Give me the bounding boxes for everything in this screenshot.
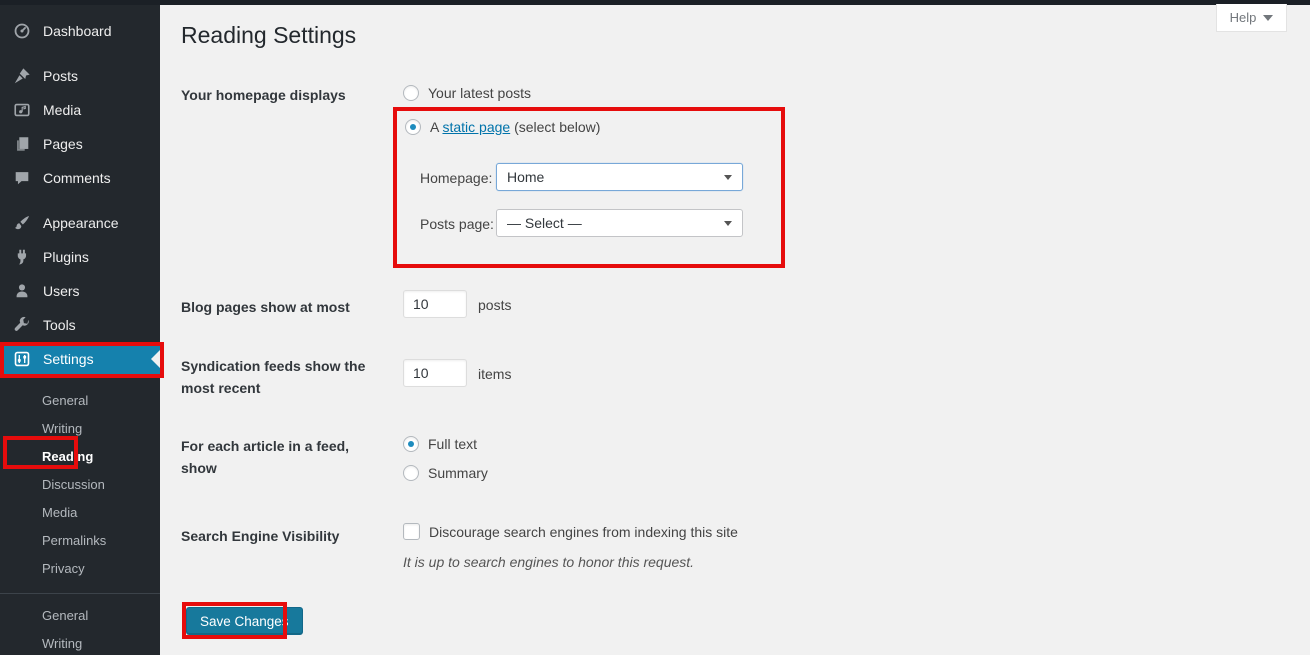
sidebar-item-label: Pages [43, 136, 83, 152]
pages-icon [13, 135, 31, 153]
submenu-item-privacy[interactable]: Privacy [0, 554, 160, 582]
posts-page-select[interactable]: — Select — [496, 209, 743, 237]
help-label: Help [1230, 10, 1257, 25]
static-page-radio-row: A static page (select below) [405, 119, 600, 135]
sidebar-item-settings[interactable]: Settings [0, 342, 160, 376]
submenu-label: Media [42, 505, 77, 520]
submenu-item-writing[interactable]: Writing [0, 414, 160, 442]
discourage-indexing-label: Discourage search engines from indexing … [429, 524, 738, 540]
select-caret-icon [724, 221, 732, 226]
sidebar-item-tools[interactable]: Tools [0, 308, 160, 342]
full-text-radio[interactable] [403, 436, 419, 452]
blog-pages-label: Blog pages show at most [181, 296, 376, 318]
sidebar-item-label: Media [43, 102, 81, 118]
sidebar-item-posts[interactable]: Posts [0, 59, 160, 93]
search-visibility-note: It is up to search engines to honor this… [403, 554, 694, 570]
dashboard-gauge-icon [13, 22, 31, 40]
wrench-icon [13, 316, 31, 334]
sidebar-item-users[interactable]: Users [0, 274, 160, 308]
help-dropdown-button[interactable]: Help [1216, 4, 1287, 32]
sidebar-item-plugins[interactable]: Plugins [0, 240, 160, 274]
submenu-label: Permalinks [42, 533, 106, 548]
homepage-displays-label: Your homepage displays [181, 84, 376, 106]
feed-article-label: For each article in a feed, show [181, 435, 376, 480]
sidebar-item-label: Comments [43, 170, 111, 186]
posts-page-select-label: Posts page: [420, 216, 494, 232]
sidebar-item-label: Dashboard [43, 23, 112, 39]
admin-topbar [0, 0, 1310, 5]
submenu-item-general-2[interactable]: General [0, 601, 160, 629]
latest-posts-radio[interactable] [403, 85, 419, 101]
static-page-label: A static page (select below) [430, 119, 600, 135]
sidebar-item-label: Posts [43, 68, 78, 84]
discourage-indexing-row: Discourage search engines from indexing … [403, 523, 738, 540]
static-suffix: (select below) [510, 119, 600, 135]
sidebar-item-label: Appearance [43, 215, 119, 231]
sidebar-item-dashboard[interactable]: Dashboard [0, 14, 160, 48]
submenu-label: General [42, 608, 88, 623]
homepage-select-value: Home [507, 169, 544, 185]
paintbrush-icon [13, 214, 31, 232]
static-prefix: A [430, 119, 442, 135]
syndication-input[interactable] [403, 359, 467, 387]
sidebar-item-label: Tools [43, 317, 76, 333]
posts-page-select-value: — Select — [507, 215, 582, 231]
blog-pages-unit: posts [478, 297, 511, 313]
settings-sliders-icon [13, 350, 31, 368]
homepage-select-label: Homepage: [420, 170, 492, 186]
submenu-item-discussion[interactable]: Discussion [0, 470, 160, 498]
summary-radio-row: Summary [403, 465, 488, 481]
full-text-radio-row: Full text [403, 436, 477, 452]
discourage-indexing-checkbox[interactable] [403, 523, 420, 540]
summary-radio[interactable] [403, 465, 419, 481]
homepage-select[interactable]: Home [496, 163, 743, 191]
sidebar-item-label: Settings [43, 351, 94, 367]
submenu-label: Writing [42, 636, 82, 651]
comment-bubble-icon [13, 169, 31, 187]
sidebar-item-media[interactable]: Media [0, 93, 160, 127]
user-icon [13, 282, 31, 300]
plug-icon [13, 248, 31, 266]
admin-sidebar: Dashboard Posts Media Pages Comments [0, 5, 160, 655]
save-changes-button[interactable]: Save Changes [186, 607, 303, 635]
full-text-label: Full text [428, 436, 477, 452]
blog-pages-input[interactable] [403, 290, 467, 318]
sidebar-item-label: Plugins [43, 249, 89, 265]
submenu-label: Reading [42, 449, 93, 464]
active-menu-arrow [151, 350, 160, 368]
submenu-item-permalinks[interactable]: Permalinks [0, 526, 160, 554]
submenu-item-writing-2[interactable]: Writing [0, 629, 160, 655]
search-visibility-label: Search Engine Visibility [181, 525, 376, 547]
submenu-item-reading[interactable]: Reading [0, 442, 160, 470]
static-page-link[interactable]: static page [442, 119, 510, 135]
syndication-unit: items [478, 366, 511, 382]
chevron-down-icon [1263, 15, 1273, 21]
sidebar-item-comments[interactable]: Comments [0, 161, 160, 195]
syndication-label: Syndication feeds show the most recent [181, 355, 376, 400]
wordpress-admin-screen: Dashboard Posts Media Pages Comments [0, 0, 1310, 655]
submenu-label: Privacy [42, 561, 85, 576]
media-icon [13, 101, 31, 119]
submenu-item-general[interactable]: General [0, 386, 160, 414]
select-caret-icon [724, 175, 732, 180]
latest-posts-label: Your latest posts [428, 85, 531, 101]
static-page-radio[interactable] [405, 119, 421, 135]
submenu-label: General [42, 393, 88, 408]
sidebar-divider [0, 593, 160, 594]
summary-label: Summary [428, 465, 488, 481]
submenu-label: Discussion [42, 477, 105, 492]
latest-posts-radio-row: Your latest posts [403, 85, 531, 101]
sidebar-item-label: Users [43, 283, 80, 299]
sidebar-item-pages[interactable]: Pages [0, 127, 160, 161]
page-title: Reading Settings [181, 22, 356, 49]
submenu-item-media[interactable]: Media [0, 498, 160, 526]
sidebar-item-appearance[interactable]: Appearance [0, 206, 160, 240]
pushpin-icon [13, 67, 31, 85]
submenu-label: Writing [42, 421, 82, 436]
